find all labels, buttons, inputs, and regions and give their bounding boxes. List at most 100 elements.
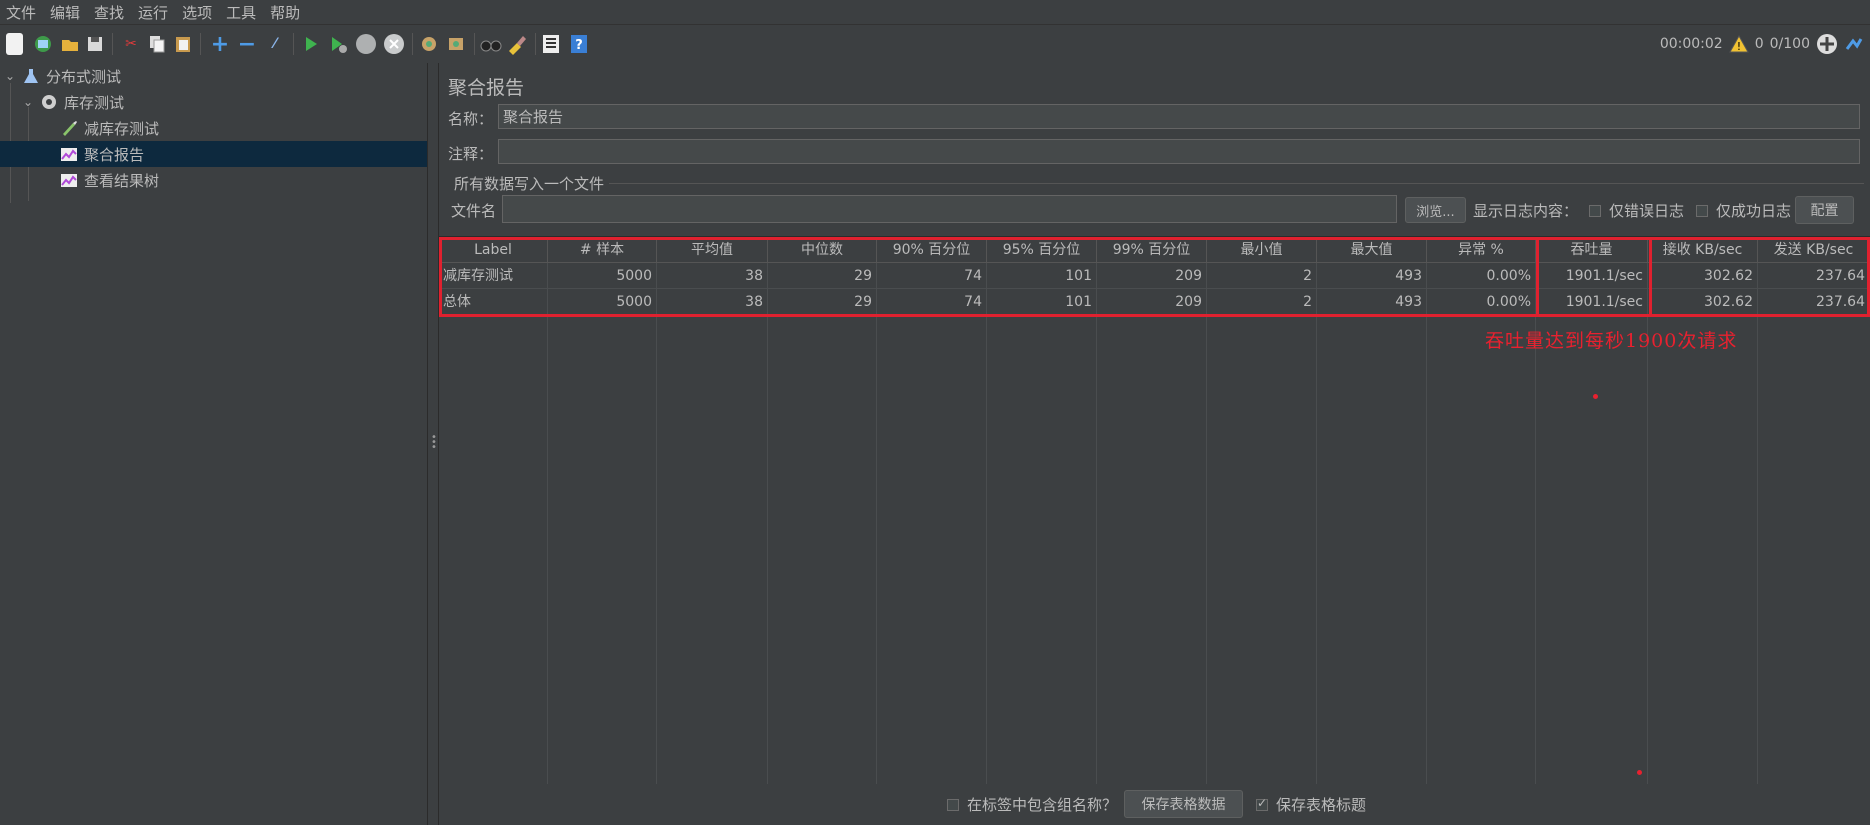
menu-file[interactable]: 文件: [0, 2, 44, 23]
tree-label: 库存测试: [64, 93, 125, 112]
table-row[interactable]: 减库存测试 5000 38 29 74 101 209 2 493 0.00% 1901.1/sec…: [439, 263, 1870, 289]
splitter-grip[interactable]: • • •: [431, 433, 437, 453]
menu-tools[interactable]: 工具: [220, 2, 264, 23]
column-header[interactable]: 99% 百分位: [1097, 237, 1207, 263]
warning-icon[interactable]: !: [1728, 35, 1749, 53]
table-cell: 总体: [439, 289, 548, 315]
paste-icon[interactable]: [172, 33, 194, 55]
tree-label: 查看结果树: [84, 171, 160, 190]
column-divider: [547, 263, 548, 785]
page-title: 聚合报告: [448, 77, 525, 99]
column-header[interactable]: 接收 KB/sec: [1648, 237, 1758, 263]
success-only-checkbox[interactable]: 仅成功日志: [1696, 200, 1791, 221]
comment-label: 注释：: [448, 145, 494, 163]
function-helper-icon[interactable]: [540, 33, 562, 55]
success-only-label: 仅成功日志: [1716, 202, 1792, 220]
collapse-icon[interactable]: −: [236, 32, 258, 57]
column-header[interactable]: 中位数: [768, 237, 877, 263]
start-icon[interactable]: [300, 33, 322, 55]
templates-icon[interactable]: [32, 33, 54, 55]
checkbox-box[interactable]: [1256, 796, 1268, 811]
checkbox-box[interactable]: [947, 798, 959, 811]
chevron-down-icon[interactable]: ⌄: [20, 95, 36, 109]
start-no-pause-icon[interactable]: [327, 33, 349, 55]
save-table-header-label: 保存表格标题: [1276, 796, 1367, 814]
clear-all-icon[interactable]: [445, 33, 467, 55]
table-cell: 101: [987, 263, 1097, 289]
tree-item-thread-group[interactable]: ⌄ 库存测试: [0, 89, 427, 115]
column-header[interactable]: # 样本: [548, 237, 657, 263]
menu-help[interactable]: 帮助: [264, 2, 308, 23]
tree-item-aggregate-report[interactable]: 聚合报告: [0, 141, 427, 167]
table-row[interactable]: 总体 5000 38 29 74 101 209 2 493 0.00% 1901.1/sec 302…: [439, 289, 1870, 315]
menu-run[interactable]: 运行: [132, 2, 176, 23]
column-header[interactable]: 最大值: [1317, 237, 1427, 263]
table-cell: 74: [877, 263, 987, 289]
browse-button[interactable]: 浏览...: [1405, 197, 1466, 223]
open-icon[interactable]: [59, 33, 81, 55]
tree-item-view-results-tree[interactable]: 查看结果树: [0, 167, 427, 193]
table-cell: 493: [1317, 263, 1427, 289]
column-header[interactable]: 吞吐量: [1536, 237, 1648, 263]
table-cell: 38: [657, 289, 768, 315]
test-plan-icon: [24, 69, 38, 83]
help-icon[interactable]: ?: [568, 33, 590, 55]
chevron-down-icon[interactable]: ⌄: [2, 69, 18, 83]
column-header[interactable]: 异常 %: [1427, 237, 1536, 263]
table-cell: 2: [1207, 263, 1317, 289]
menu-options[interactable]: 选项: [176, 2, 220, 23]
stop-icon[interactable]: [355, 33, 377, 55]
save-table-data-button[interactable]: 保存表格数据: [1124, 790, 1243, 818]
column-divider: [1096, 263, 1097, 785]
new-icon[interactable]: [6, 33, 23, 55]
clear-icon[interactable]: [418, 33, 440, 55]
table-cell: 302.62: [1648, 289, 1758, 315]
table-header: Label # 样本 平均值 中位数 90% 百分位 95% 百分位 99% 百分位 最小值最…: [439, 237, 1870, 263]
splitter[interactable]: • • •: [428, 63, 439, 825]
cut-icon[interactable]: ✂: [120, 33, 142, 55]
menu-search[interactable]: 查找: [88, 2, 132, 23]
search-icon[interactable]: [480, 33, 502, 55]
column-header[interactable]: 90% 百分位: [877, 237, 987, 263]
column-header[interactable]: 发送 KB/sec: [1758, 237, 1870, 263]
log-content-label: 显示日志内容：: [1473, 202, 1579, 220]
save-icon[interactable]: [84, 33, 106, 55]
menu-edit[interactable]: 编辑: [44, 2, 88, 23]
column-header[interactable]: 最小值: [1207, 237, 1317, 263]
checkbox-box[interactable]: [1696, 204, 1708, 217]
column-divider: [1206, 263, 1207, 785]
copy-icon[interactable]: [146, 33, 168, 55]
bottom-bar: 在标签中包含组名称？ 保存表格数据 保存表格标题: [439, 784, 1870, 825]
column-divider: [876, 263, 877, 785]
column-header[interactable]: Label: [439, 237, 548, 263]
table-cell: 38: [657, 263, 768, 289]
table-cell: 0.00%: [1427, 263, 1536, 289]
include-group-name-checkbox[interactable]: 在标签中包含组名称？: [947, 794, 1117, 815]
expand-icon[interactable]: +: [209, 32, 231, 57]
column-header[interactable]: 95% 百分位: [987, 237, 1097, 263]
comment-field[interactable]: [498, 139, 1860, 164]
toolbar: ✂ + − ⁄ ?: [0, 24, 1870, 64]
save-table-header-checkbox[interactable]: 保存表格标题: [1256, 794, 1366, 815]
errors-only-checkbox[interactable]: 仅错误日志: [1589, 200, 1684, 221]
shutdown-icon[interactable]: [383, 33, 405, 55]
column-divider: [1757, 263, 1758, 785]
config-button[interactable]: 配置: [1795, 196, 1854, 224]
column-divider: [656, 263, 657, 785]
listener-icon: [61, 148, 77, 161]
toggle-icon[interactable]: ⁄: [264, 33, 286, 55]
column-divider: [767, 263, 768, 785]
name-field[interactable]: 聚合报告: [498, 104, 1860, 129]
tree-item-test-plan[interactable]: ⌄ 分布式测试: [0, 63, 427, 89]
checkbox-box[interactable]: [1589, 204, 1601, 217]
tree-label: 分布式测试: [46, 67, 122, 86]
reset-search-icon[interactable]: [506, 33, 528, 55]
menu-bar: 文件 编辑 查找 运行 选项 工具 帮助: [0, 0, 1870, 24]
filename-field[interactable]: [502, 195, 1397, 223]
column-header[interactable]: 平均值: [657, 237, 768, 263]
tree-item-sampler[interactable]: 减库存测试: [0, 115, 427, 141]
log-icon[interactable]: [1844, 34, 1864, 54]
column-divider: [1426, 263, 1427, 785]
table-cell: 0.00%: [1427, 289, 1536, 315]
remote-start-icon[interactable]: [1816, 33, 1838, 55]
